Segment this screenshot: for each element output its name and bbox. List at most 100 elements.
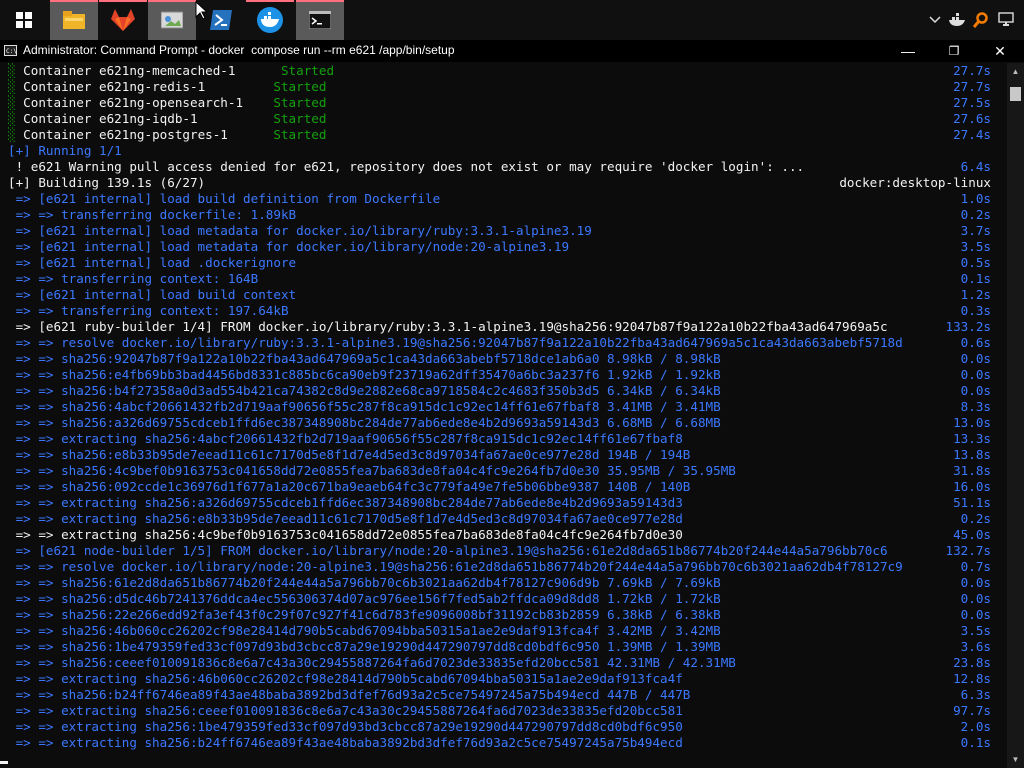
minimize-button[interactable]: — [885,40,931,62]
console-line-duration: 3.5s [960,239,991,254]
console-line-duration: 13.3s [953,431,991,446]
close-icon: ✕ [994,42,1006,59]
scroll-up-arrow-icon[interactable]: ▲ [1007,63,1024,80]
console-line-text: => [e621 internal] load .dockerignore [8,255,297,270]
console-line-text: => => sha256:b4f27358a0d3ad554b421ca7438… [8,383,721,398]
console-line-duration: 27.7s [953,63,991,78]
console-line-text: => => sha256:e4fb69bb3bad4456bd8331c885b… [8,367,721,382]
console-line: => => sha256:4abcf20661432fb2d719aaf9065… [0,399,1008,415]
console-line: => => sha256:b24ff6746ea89f43ae48baba389… [0,687,1008,703]
console-line-text: => => extracting sha256:ceeef010091836c8… [8,703,683,718]
tray-network[interactable] [994,0,1018,40]
console-line-duration: 27.7s [953,79,991,94]
tray-search-tool[interactable] [970,0,992,40]
container-status: Started [273,79,327,94]
console-line: => => transferring context: 197.64kB 0.3s [0,303,1008,319]
taskbar-paint[interactable] [148,0,196,40]
container-bullet: ░ [8,111,16,126]
console-line-duration: 0.0s [960,351,991,366]
file-explorer-icon [63,11,85,29]
container-bullet: ░ [8,127,16,142]
console-line: ░ Container e621ng-iqdb-1 Started 27.6s [0,111,1008,127]
console-line-text: => => sha256:61e2d8da651b86774b20f244e44… [8,575,721,590]
console-line: ░ Container e621ng-opensearch-1 Started 2… [0,95,1008,111]
console-line: => [e621 internal] load metadata for doc… [0,223,1008,239]
console-line-text: => => transferring context: 197.64kB [8,303,289,318]
console-line-duration: 133.2s [945,319,992,334]
window-title: Administrator: Command Prompt - docker c… [23,43,455,57]
console-line-text: => => sha256:ceeef010091836c8e6a7c43a30c… [8,655,736,670]
taskbar-docker[interactable] [246,0,294,40]
console-line-duration: 0.0s [960,591,991,606]
console-line: => [e621 internal] load build context 1.2… [0,287,1008,303]
console-line-text: => => sha256:092ccde1c36976d1f677a1a20c6… [8,479,691,494]
console-line-duration: 16.0s [953,479,991,494]
console-line: ! e621 Warning pull access denied for e6… [0,159,1008,175]
container-status: Started [273,111,327,126]
console-line-duration: 51.1s [953,495,991,510]
console-line-text: => => sha256:b24ff6746ea89f43ae48baba389… [8,687,691,702]
console-line-text: => [e621 internal] load build context [8,287,297,302]
console-line-duration: 0.2s [960,511,991,526]
console-line-duration: 0.5s [960,255,991,270]
console-line: => => extracting sha256:a326d69755cdceb1… [0,495,1008,511]
console-line-text: ░ Container e621ng-memcached-1 Started [8,63,335,78]
console-line-text: => => sha256:92047b87f9a122a10b22fba43ad… [8,351,721,366]
console-line-duration: 13.8s [953,447,991,462]
active-indicator [148,0,196,2]
console-line-text: => => extracting sha256:46b060cc26202cf9… [8,671,683,686]
console-line-duration: 0.2s [960,207,991,222]
close-button[interactable]: ✕ [977,40,1023,62]
maximize-button[interactable]: ❐ [931,40,977,62]
console-line-duration: 0.0s [960,575,991,590]
console-line-text: => => sha256:e8b33b95de7eead11c61c7170d5… [8,447,691,462]
maximize-icon: ❐ [948,44,960,58]
console-line: => [e621 internal] load build definition… [0,191,1008,207]
scrollbar-thumb[interactable] [1010,87,1021,101]
console-line-text: => => extracting sha256:b24ff6746ea89f43… [8,735,683,750]
network-icon [998,12,1014,26]
active-indicator [296,0,344,2]
console-line: => => sha256:092ccde1c36976d1f677a1a20c6… [0,479,1008,495]
start-button[interactable] [0,0,48,40]
command-prompt-icon [309,11,331,29]
active-indicator [50,0,98,2]
console-line-duration: 12.8s [953,671,991,686]
minimize-icon: — [901,43,915,59]
console-line-duration: 0.0s [960,367,991,382]
console-line-text: => => extracting sha256:1be479359fed33cf… [8,719,683,734]
console-line-duration: 45.0s [953,527,991,542]
console-output[interactable]: ░ Container e621ng-memcached-1 Started 27… [0,63,1008,768]
console-line: => => extracting sha256:4c9bef0b9163753c… [0,527,1008,543]
console-line: => => sha256:d5dc46b7241376ddca4ec556306… [0,591,1008,607]
active-indicator [99,0,147,2]
window-titlebar[interactable]: C:\ Administrator: Command Prompt - dock… [0,40,1024,62]
powershell-icon [210,10,232,30]
console-line-text: ░ Container e621ng-opensearch-1 Started [8,95,327,110]
console-line: => => sha256:1be479359fed33cf097d93bd3cb… [0,639,1008,655]
vertical-scrollbar[interactable]: ▲ ▼ [1007,63,1024,768]
text-cursor [0,761,8,764]
console-line: => => extracting sha256:e8b33b95de7eead1… [0,511,1008,527]
container-bullet: ░ [8,95,16,110]
console-line-duration: 13.0s [953,415,991,430]
tray-overflow[interactable] [924,0,946,40]
console-line-duration: 0.6s [960,335,991,350]
taskbar-git[interactable] [99,0,147,40]
taskbar-command-prompt[interactable] [296,0,344,40]
console-line-text: => => transferring dockerfile: 1.89kB [8,207,297,222]
console-line-duration: 31.8s [953,463,991,478]
taskbar-file-explorer[interactable] [50,0,98,40]
console-line: ░ Container e621ng-postgres-1 Started 27.… [0,127,1008,143]
scroll-down-arrow-icon[interactable]: ▼ [1007,751,1024,768]
console-line-text: => => transferring context: 164B [8,271,259,286]
console-line-text: => => extracting sha256:e8b33b95de7eead1… [8,511,683,526]
console-line: [+] Running 1/1 [0,143,1008,159]
tray-docker[interactable] [946,0,968,40]
taskbar [0,0,1024,40]
docker-desktop-icon [257,7,283,33]
console-line: => => resolve docker.io/library/node:20-… [0,559,1008,575]
console-line: => => extracting sha256:1be479359fed33cf… [0,719,1008,735]
console-line: => => extracting sha256:46b060cc26202cf9… [0,671,1008,687]
console-line-text: => => extracting sha256:4abcf20661432fb2… [8,431,683,446]
